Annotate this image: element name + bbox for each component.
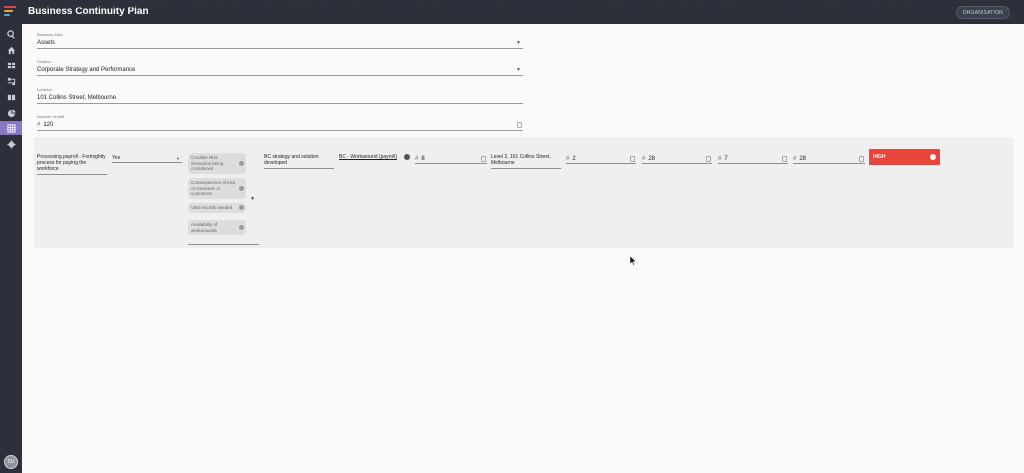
col-header-breach-sla[interactable]: Breach of service level agr... <box>718 4 790 10</box>
col-header-document-link[interactable]: Document & Link <box>339 4 411 10</box>
location-input[interactable]: 101 Collins Street, Melbourne <box>37 93 523 104</box>
close-icon[interactable] <box>239 185 244 191</box>
division-select[interactable]: Corporate Strategy and Performance ▼ <box>37 65 523 76</box>
grid-icon[interactable] <box>0 58 22 72</box>
hash-icon: # <box>793 156 797 162</box>
workflow-icon[interactable] <box>0 74 22 88</box>
close-icon[interactable] <box>404 154 410 160</box>
breach-sla-value: 7 <box>724 156 728 162</box>
total-impact-badge[interactable]: HIGH <box>869 149 940 165</box>
col-header-details[interactable]: Details of supporting infor... <box>264 4 336 10</box>
supporting-info-underline <box>188 244 259 245</box>
max-tolerable-value: 28 <box>648 156 656 162</box>
pie-chart-icon[interactable] <box>0 106 22 120</box>
location-cell-input[interactable]: Level 3, 101 Collins Street, Melbourne <box>491 154 561 169</box>
business-area-select[interactable]: Assets ▼ <box>37 38 523 49</box>
book-icon[interactable] <box>0 90 22 104</box>
number-of-staff-input[interactable]: # 120 <box>37 120 523 131</box>
hash-icon: # <box>566 156 570 162</box>
chevron-down-icon[interactable]: ▼ <box>176 156 180 161</box>
chevron-down-icon[interactable]: ▼ <box>516 67 521 73</box>
sidebar: SU <box>0 0 22 473</box>
satisfies-critical-value: Yes <box>112 155 121 161</box>
max-tolerable-input[interactable]: # 28 <box>642 155 712 164</box>
hash-icon: # <box>415 156 419 162</box>
supporting-info-chip[interactable]: Credible Risk Scenarios being considered <box>188 153 246 174</box>
app-logo[interactable] <box>4 6 18 18</box>
table-icon[interactable] <box>0 121 22 135</box>
business-function-input[interactable]: Processing payroll - Fortnightly process… <box>37 154 107 175</box>
search-icon[interactable] <box>0 27 22 41</box>
chip-label: Availability of workarounds <box>191 222 218 233</box>
supporting-info-chip[interactable]: Vital records needed <box>188 203 246 213</box>
stepper-icon[interactable] <box>630 156 635 162</box>
avatar[interactable]: SU <box>4 455 18 469</box>
chip-label: Credible Risk Scenarios being considered <box>191 155 224 171</box>
total-impact-value: HIGH <box>873 154 886 160</box>
stepper-icon[interactable] <box>517 122 522 128</box>
point-of-no-return-input[interactable]: # 28 <box>793 155 865 164</box>
col-header-max-tolerable[interactable]: Maximum Tolerable Period ... <box>642 4 714 10</box>
col-header-supporting-info[interactable]: Supporting information <box>188 4 260 10</box>
col-header-location[interactable]: Location <box>491 4 563 10</box>
close-icon[interactable] <box>239 225 244 230</box>
hash-icon: # <box>37 122 41 128</box>
mouse-cursor-icon <box>629 253 637 271</box>
app-window: SU Business Continuity Plan ORGANISATION… <box>0 0 1024 473</box>
hash-icon: # <box>642 156 646 162</box>
number-of-staff-field[interactable]: Number of staff # 120 <box>37 114 523 131</box>
point-of-no-return-value: 28 <box>799 156 807 162</box>
recovery-time-value: 2 <box>572 156 576 162</box>
satisfies-critical-select[interactable]: Yes ▼ <box>112 154 182 163</box>
chip-label: Vital records needed <box>191 205 233 210</box>
stepper-icon[interactable] <box>782 156 787 162</box>
details-input[interactable]: BC strategy and solution developed <box>264 154 334 169</box>
chip-label: Consequences of loss on business or cust… <box>191 180 236 196</box>
stepper-icon[interactable] <box>706 156 711 162</box>
gear-icon[interactable] <box>0 137 22 151</box>
division-field[interactable]: Division Corporate Strategy and Performa… <box>37 59 523 76</box>
number-of-staff-value: 120 <box>43 122 54 128</box>
home-icon[interactable] <box>0 43 22 57</box>
col-header-staff-numbers[interactable]: Staff Numbers <box>415 4 487 10</box>
location-field[interactable]: Location 101 Collins Street, Melbourne <box>37 87 523 104</box>
recovery-time-input[interactable]: # 2 <box>566 155 636 164</box>
organisation-button[interactable]: ORGANISATION <box>955 6 1010 19</box>
division-value: Corporate Strategy and Performance <box>37 67 136 73</box>
document-link[interactable]: BC - Workaround (payroll) <box>339 154 397 160</box>
col-header-total-impact[interactable]: Total Impact Rating <box>869 4 941 10</box>
staff-numbers-input[interactable]: # 8 <box>415 155 487 164</box>
close-icon[interactable] <box>930 154 936 160</box>
supporting-info-chip[interactable]: Availability of workarounds <box>188 220 246 235</box>
hash-icon: # <box>718 156 722 162</box>
col-header-satisfies-critical[interactable]: Satisfies Critical Function ... <box>112 4 184 10</box>
stepper-icon[interactable] <box>859 156 864 162</box>
stepper-icon[interactable] <box>481 156 486 162</box>
business-area-field[interactable]: Business Area Assets ▼ <box>37 32 523 49</box>
supporting-info-chip[interactable]: Consequences of loss on business or cust… <box>188 178 246 199</box>
col-header-point-of-no-return[interactable]: "Point of No Return" (Days) <box>793 4 865 10</box>
chevron-down-icon[interactable]: ▼ <box>250 196 255 202</box>
location-value: 101 Collins Street, Melbourne <box>37 95 117 101</box>
business-area-value: Assets <box>37 40 56 46</box>
close-icon[interactable] <box>239 205 244 211</box>
breach-sla-input[interactable]: # 7 <box>718 155 788 164</box>
chevron-down-icon[interactable]: ▼ <box>516 40 521 46</box>
staff-numbers-value: 8 <box>421 156 425 162</box>
col-header-business-function[interactable]: Business Function / Service <box>37 4 109 10</box>
close-icon[interactable] <box>239 160 244 166</box>
col-header-recovery-time[interactable]: Recovery Time Objective (... <box>566 4 638 10</box>
